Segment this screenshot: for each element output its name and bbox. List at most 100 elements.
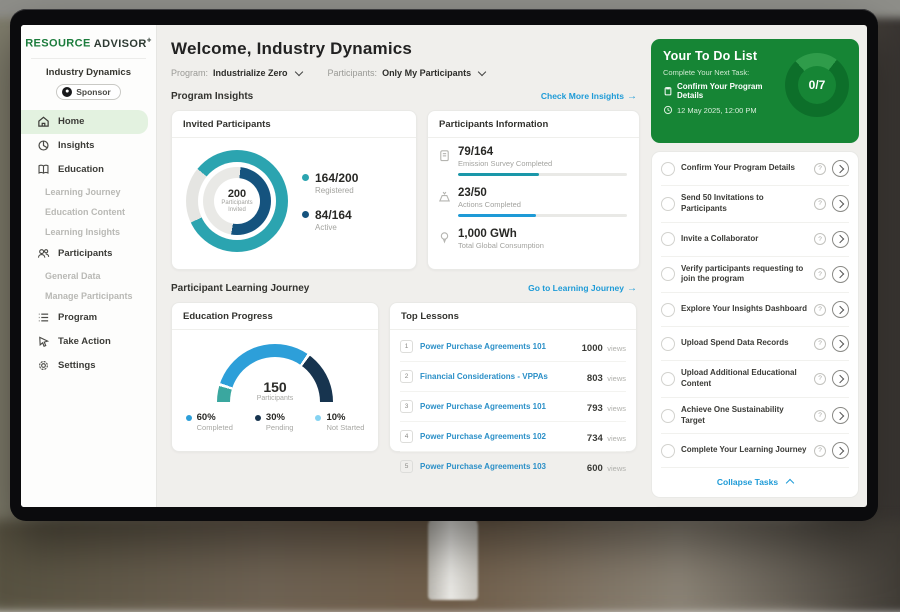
lesson-link[interactable]: Power Purchase Agreements 101	[420, 402, 580, 411]
collapse-tasks-link[interactable]: Collapse Tasks	[661, 468, 849, 497]
sidebar: RESOURCE ADVISOR+ Industry Dynamics ● Sp…	[21, 25, 157, 507]
lesson-link[interactable]: Power Purchase Agreements 103	[420, 462, 580, 471]
task-label: Explore Your Insights Dashboard	[681, 304, 808, 315]
task-label: Confirm Your Program Details	[681, 163, 808, 174]
todo-due: 12 May 2025, 12:00 PM	[663, 105, 785, 115]
todo-next-task: Confirm Your Program Details	[663, 82, 785, 100]
task-checkbox[interactable]	[661, 232, 675, 246]
lesson-views: 1000 views	[582, 338, 626, 356]
task-label: Upload Spend Data Records	[681, 338, 808, 349]
dashboard-screen: RESOURCE ADVISOR+ Industry Dynamics ● Sp…	[21, 25, 867, 507]
logo-primary: RESOURCE	[25, 38, 91, 50]
info-icon[interactable]: ?	[814, 445, 826, 457]
legend-value: 60%	[197, 412, 233, 423]
arrow-right-icon: →	[627, 91, 637, 102]
metric-value: 79/164	[458, 146, 627, 158]
chevron-right-icon[interactable]	[832, 370, 849, 387]
filter-bar: Program: Industrialize Zero Participants…	[171, 68, 637, 78]
metric-label: Actions Completed	[458, 200, 627, 209]
education-progress-gauge: 150 Participants	[217, 344, 333, 402]
task-checkbox[interactable]	[661, 267, 675, 281]
info-icon[interactable]: ?	[814, 198, 826, 210]
info-icon[interactable]: ?	[814, 233, 826, 245]
check-more-insights-link[interactable]: Check More Insights→	[541, 91, 637, 102]
todo-summary-card: Your To Do List Complete Your Next Task:…	[651, 39, 859, 143]
card-title: Participants Information	[428, 111, 639, 138]
donut-center: 200 Participants Invited	[186, 150, 288, 252]
chevron-right-icon[interactable]	[832, 335, 849, 352]
program-filter[interactable]: Program: Industrialize Zero	[171, 68, 302, 78]
section-title: Program Insights	[171, 91, 253, 102]
sidebar-item-general-data[interactable]: General Data	[21, 266, 156, 286]
go-to-learning-journey-link[interactable]: Go to Learning Journey→	[528, 283, 637, 294]
task-checkbox[interactable]	[661, 162, 675, 176]
sidebar-item-education-content[interactable]: Education Content	[21, 202, 156, 222]
legend-value: 84/164	[315, 208, 352, 222]
sidebar-item-take-action[interactable]: Take Action	[21, 330, 156, 354]
info-icon[interactable]: ?	[814, 163, 826, 175]
task-checkbox[interactable]	[661, 444, 675, 458]
info-icon[interactable]: ?	[814, 304, 826, 316]
info-icon[interactable]: ?	[814, 268, 826, 280]
sponsor-label: Sponsor	[76, 87, 110, 97]
sidebar-item-program[interactable]: Program	[21, 306, 156, 330]
sidebar-item-manage-participants[interactable]: Manage Participants	[21, 286, 156, 306]
sidebar-item-participants[interactable]: Participants	[21, 242, 156, 266]
todo-panel: Your To Do List Complete Your Next Task:…	[649, 25, 867, 507]
info-icon[interactable]: ?	[814, 410, 826, 422]
task-checkbox[interactable]	[661, 409, 675, 423]
section-title: Participant Learning Journey	[171, 283, 309, 294]
sidebar-item-settings[interactable]: Settings	[21, 354, 156, 378]
sidebar-item-label: Insights	[58, 140, 94, 151]
action-icon	[438, 190, 451, 203]
participants-filter[interactable]: Participants: Only My Participants	[328, 68, 486, 78]
gauge-center: 150 Participants	[217, 379, 333, 402]
chevron-right-icon[interactable]	[832, 231, 849, 248]
sidebar-item-learning-journey[interactable]: Learning Journey	[21, 182, 156, 202]
sidebar-item-insights[interactable]: Insights	[21, 134, 156, 158]
card-title: Top Lessons	[390, 303, 636, 330]
gauge-legend: 60% Completed 30% Pending	[186, 412, 365, 432]
top-lessons-card: Top Lessons 1 Power Purchase Agreements …	[389, 302, 637, 452]
lesson-link[interactable]: Financial Considerations - VPPAs	[420, 372, 580, 381]
lesson-views: 734 views	[587, 428, 626, 446]
lesson-link[interactable]: Power Purchase Agreements 102	[420, 432, 580, 441]
chevron-right-icon[interactable]	[832, 301, 849, 318]
participants-filter-value: Only My Participants	[382, 68, 471, 78]
chevron-down-icon	[478, 68, 486, 76]
organization-name: Industry Dynamics	[21, 67, 156, 78]
chevron-right-icon[interactable]	[832, 195, 849, 212]
task-row: Explore Your Insights Dashboard ?	[661, 293, 849, 327]
sidebar-item-home[interactable]: Home	[21, 110, 148, 134]
task-row: Upload Additional Educational Content ?	[661, 361, 849, 398]
info-icon[interactable]: ?	[814, 373, 826, 385]
todo-title: Your To Do List	[663, 49, 785, 63]
sidebar-item-label: Settings	[58, 360, 95, 371]
sidebar-item-label: Home	[58, 116, 84, 127]
insights-cards: Invited Participants 200 Participants In…	[171, 110, 637, 270]
task-checkbox[interactable]	[661, 197, 675, 211]
donut-legend: 164/200 Registered 84/164 Active	[302, 171, 358, 232]
chevron-right-icon[interactable]	[832, 442, 849, 459]
legend-label: Active	[315, 223, 352, 232]
task-checkbox[interactable]	[661, 372, 675, 386]
task-checkbox[interactable]	[661, 303, 675, 317]
task-label: Complete Your Learning Journey	[681, 445, 808, 456]
sidebar-item-education[interactable]: Education	[21, 158, 156, 182]
chevron-right-icon[interactable]	[832, 160, 849, 177]
sponsor-badge[interactable]: ● Sponsor	[56, 84, 120, 100]
legend-label: Completed	[197, 423, 233, 432]
task-checkbox[interactable]	[661, 337, 675, 351]
metric-value: 23/50	[458, 187, 627, 199]
survey-icon	[438, 149, 451, 162]
progress-bar	[458, 214, 627, 217]
chevron-right-icon[interactable]	[832, 407, 849, 424]
logo-secondary: ADVISOR+	[94, 38, 152, 50]
monitor-stand	[428, 516, 478, 600]
sidebar-item-label: Education	[58, 164, 104, 175]
chevron-right-icon[interactable]	[832, 266, 849, 283]
lesson-link[interactable]: Power Purchase Agreements 101	[420, 342, 575, 351]
todo-next-task-label: Confirm Your Program Details	[677, 82, 785, 100]
info-icon[interactable]: ?	[814, 338, 826, 350]
sidebar-item-learning-insights[interactable]: Learning Insights	[21, 222, 156, 242]
